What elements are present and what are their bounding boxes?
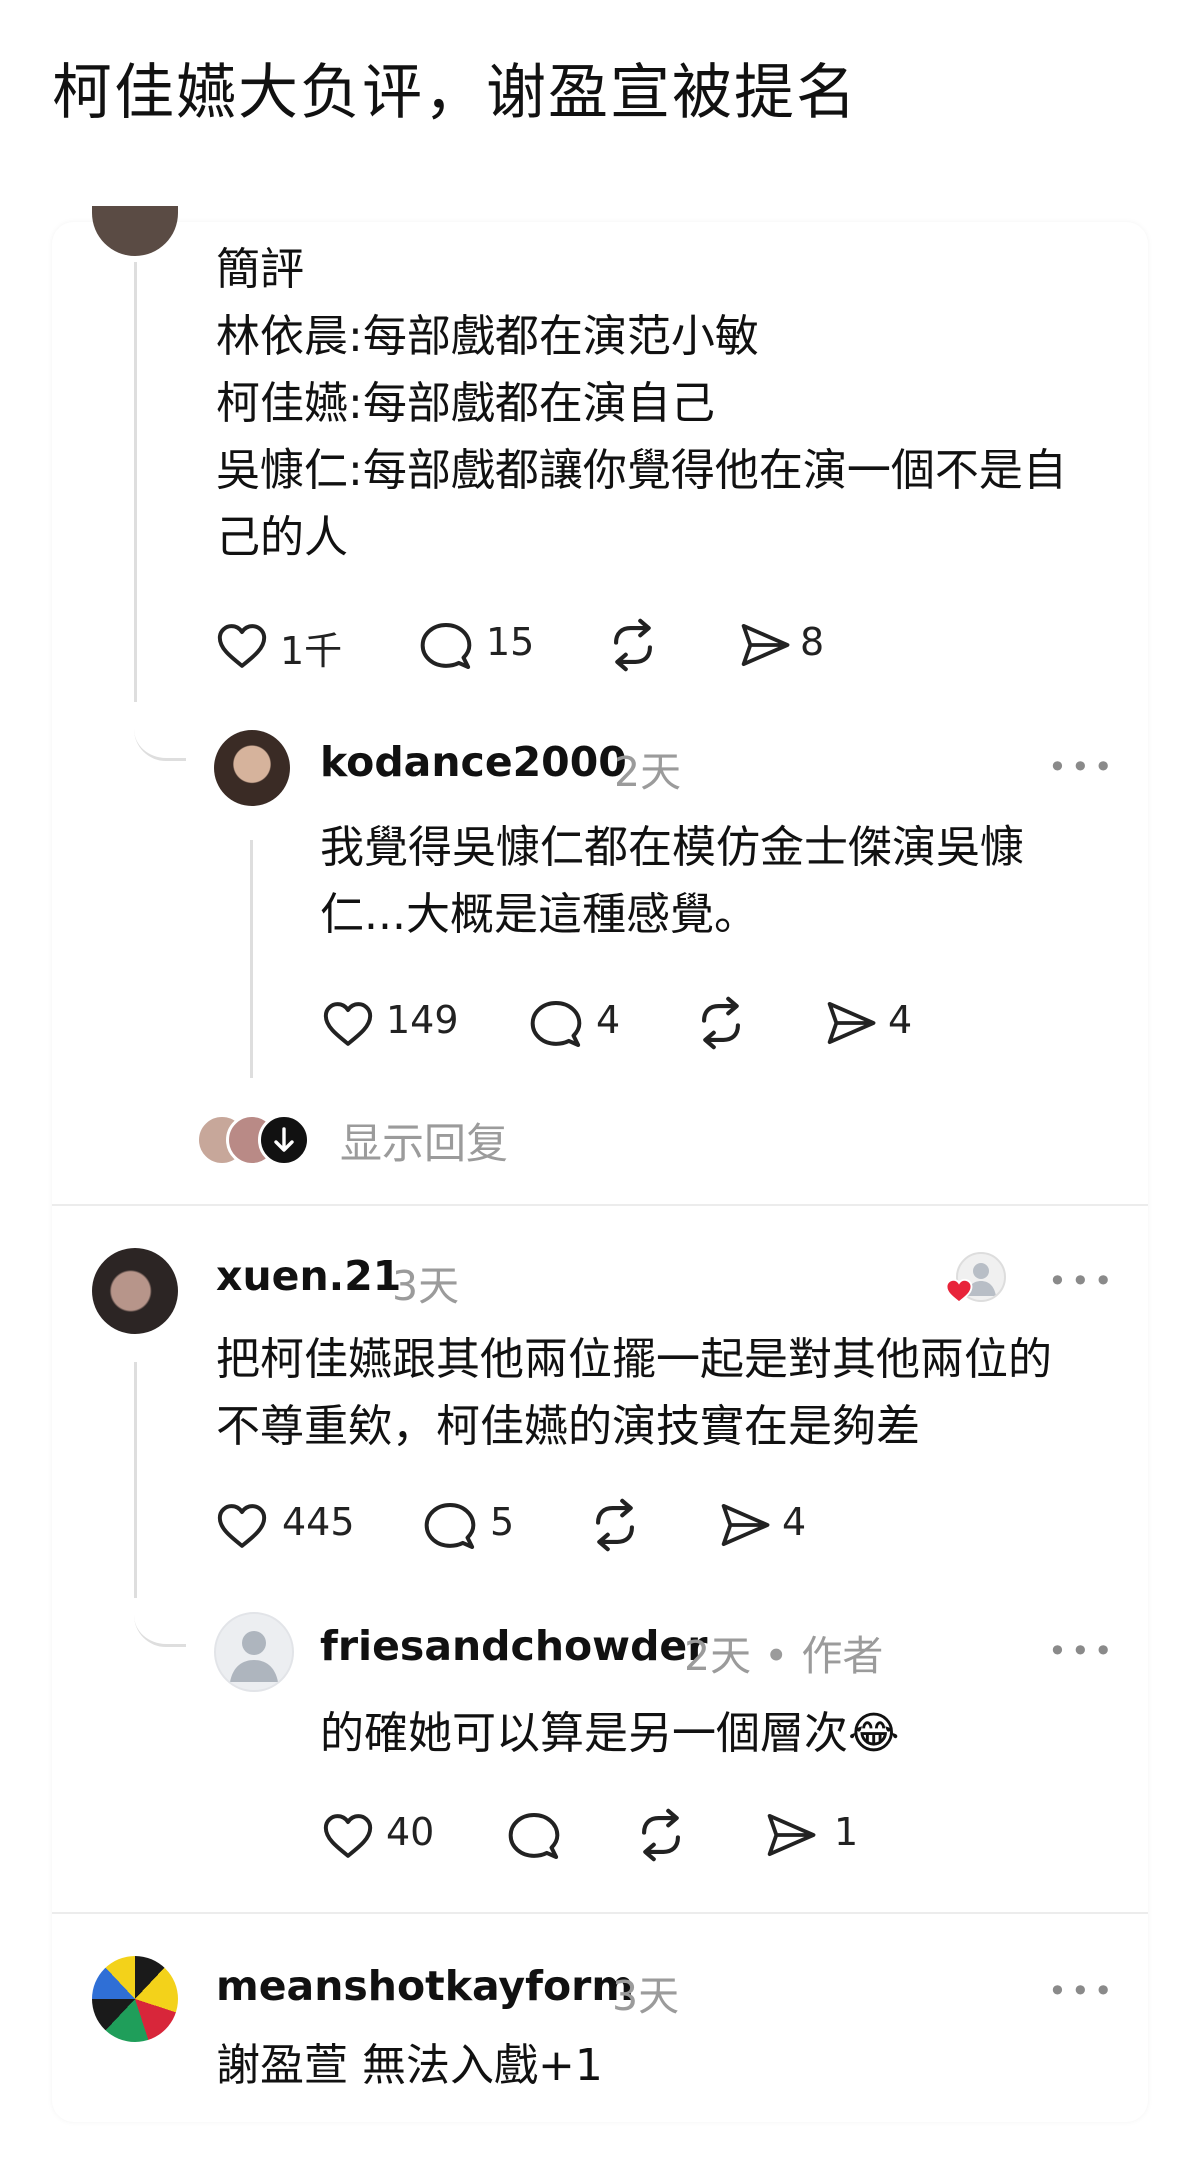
reply2-like-count: 40 [386, 1810, 435, 1854]
thread-line [134, 262, 137, 702]
liked-by-author-badge [944, 1252, 1006, 1312]
reply1-comment-count: 4 [596, 998, 621, 1042]
comment3-username[interactable]: meanshotkayform [216, 1962, 634, 2010]
reply1-repost-button[interactable] [692, 994, 750, 1052]
page-headline: 柯佳嬿大负评，谢盈宣被提名 [52, 58, 858, 128]
reply2-repost-button[interactable] [632, 1806, 690, 1864]
reply1-share-count: 4 [888, 998, 913, 1042]
post-like-count: 1千 [280, 629, 343, 673]
comment2-comment-button[interactable] [422, 1498, 478, 1554]
reply2-avatar[interactable] [214, 1612, 294, 1692]
reply2-time: 2天 • 作者 [684, 1632, 884, 1680]
arrow-down-icon [258, 1114, 310, 1166]
post-comment-button[interactable] [418, 618, 474, 674]
post-line: 林依晨:每部戲都在演范小敏 [216, 311, 759, 362]
post-share-button[interactable] [738, 618, 792, 672]
post-line: 吳慷仁:每部戲都讓你覺得他在演一個不是自 [216, 445, 1067, 496]
post-like-button[interactable] [214, 618, 270, 674]
section-divider [52, 1204, 1148, 1206]
comment2-more-icon[interactable]: ••• [1048, 1262, 1117, 1300]
reply1-share-button[interactable] [824, 996, 878, 1050]
reply1-body: 我覺得吳慷仁都在模仿金士傑演吳慷 仁...大概是這種感覺。 [320, 814, 1140, 948]
reply1-username[interactable]: kodance2000 [320, 738, 627, 786]
reply1-more-icon[interactable]: ••• [1048, 748, 1117, 786]
post-repost-button[interactable] [604, 616, 662, 674]
comment2-avatar[interactable] [92, 1248, 178, 1334]
comment3-time: 3天 [612, 1972, 680, 2020]
heart-icon [944, 1276, 974, 1306]
show-replies-label: 显示回复 [340, 1119, 509, 1168]
post-comment-count: 15 [486, 620, 535, 664]
reply1-like-button[interactable] [320, 996, 376, 1052]
post-share-count: 8 [800, 620, 825, 664]
comment2-body: 把柯佳嬿跟其他兩位擺一起是對其他兩位的 不尊重欸，柯佳嬿的演技實在是夠差 [216, 1326, 1146, 1460]
comment3-more-icon[interactable]: ••• [1048, 1972, 1117, 2010]
comment2-thread-line [134, 1362, 137, 1598]
post-line: 柯佳嬿:每部戲都在演自己 [216, 378, 715, 429]
comment2-like-button[interactable] [214, 1498, 270, 1554]
comment2-line: 把柯佳嬿跟其他兩位擺一起是對其他兩位的 [216, 1334, 1052, 1385]
reply2-share-button[interactable] [764, 1808, 818, 1862]
reply2-more-icon[interactable]: ••• [1048, 1632, 1117, 1670]
comment2-comment-count: 5 [490, 1500, 515, 1544]
reply2-share-count: 1 [834, 1810, 859, 1854]
section-divider [52, 1912, 1148, 1914]
comment3-body: 謝盈萱 無法入戲+1 [216, 2040, 603, 2091]
reply1-line: 我覺得吳慷仁都在模仿金士傑演吳慷 [320, 822, 1024, 873]
comment2-repost-button[interactable] [586, 1496, 644, 1554]
reply1-like-count: 149 [386, 998, 459, 1042]
reply1-time: 2天 [614, 748, 682, 796]
reply1-thread-line [250, 840, 253, 1078]
show-replies-button[interactable]: 显示回复 [196, 1110, 536, 1168]
reply2-body: 的確她可以算是另一個層次😂 [320, 1708, 900, 1759]
post-line: 簡評 [216, 244, 304, 295]
comment2-line: 不尊重欸，柯佳嬿的演技實在是夠差 [216, 1401, 920, 1452]
comment2-username[interactable]: xuen.21 [216, 1252, 401, 1300]
reply2-username[interactable]: friesandchowder [320, 1622, 707, 1670]
comment2-share-count: 4 [782, 1500, 807, 1544]
reply1-avatar[interactable] [214, 730, 290, 806]
comment2-time: 3天 [392, 1262, 460, 1310]
comment2-like-count: 445 [282, 1500, 355, 1544]
reply1-line: 仁...大概是這種感覺。 [320, 889, 758, 940]
comment3-avatar[interactable] [92, 1956, 178, 2042]
reply2-comment-button[interactable] [506, 1808, 562, 1864]
post-line: 己的人 [216, 512, 348, 563]
reply1-comment-button[interactable] [528, 996, 584, 1052]
reply2-like-button[interactable] [320, 1808, 376, 1864]
comment2-share-button[interactable] [718, 1498, 772, 1552]
post-body: 簡評 林依晨:每部戲都在演范小敏 柯佳嬿:每部戲都在演自己 吳慷仁:每部戲都讓你… [216, 236, 1136, 571]
